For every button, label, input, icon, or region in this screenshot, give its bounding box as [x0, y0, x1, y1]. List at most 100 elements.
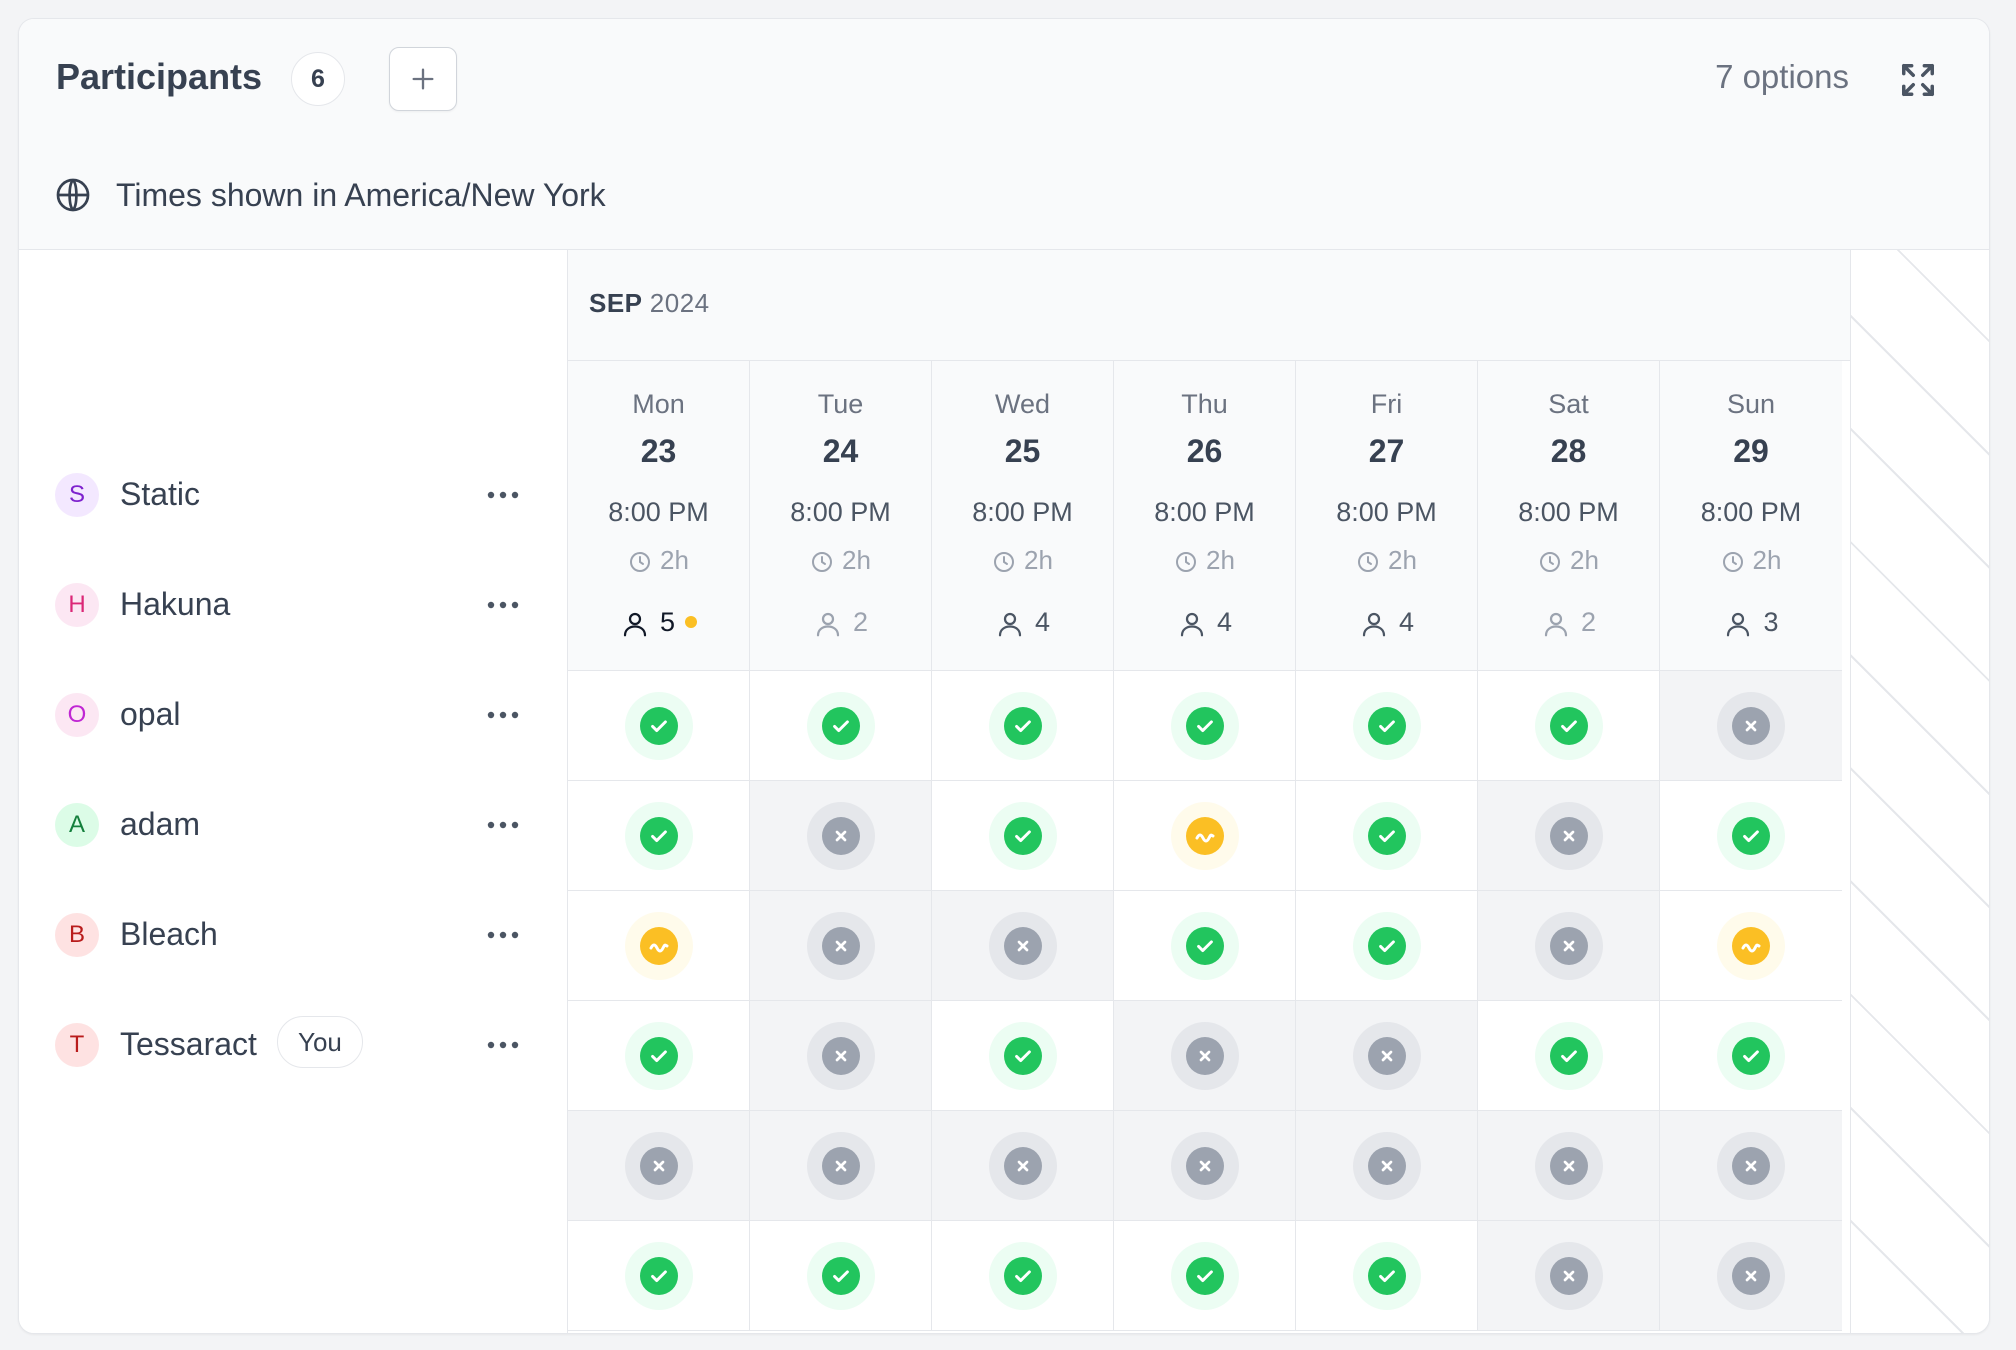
- vote-cell[interactable]: [1478, 1001, 1660, 1111]
- vote-cell[interactable]: [750, 781, 932, 891]
- participant-menu-button[interactable]: [481, 590, 525, 620]
- vote-cell[interactable]: [1114, 1221, 1296, 1331]
- day-column-header[interactable]: Fri 27 8:00 PM 2h 4: [1296, 361, 1478, 671]
- vote-cell[interactable]: [1114, 1111, 1296, 1221]
- vote-cell[interactable]: [750, 891, 932, 1001]
- vote-cell[interactable]: [1660, 671, 1842, 781]
- vote-cell[interactable]: [1114, 671, 1296, 781]
- vote-cell[interactable]: [932, 1221, 1114, 1331]
- vote-cell[interactable]: [1478, 891, 1660, 1001]
- vote-cell[interactable]: [932, 891, 1114, 1001]
- participant-menu-button[interactable]: [481, 810, 525, 840]
- day-column-header[interactable]: Sun 29 8:00 PM 2h 3: [1660, 361, 1842, 671]
- day-of-week: Sat: [1548, 389, 1589, 419]
- vote-cell[interactable]: [1296, 671, 1478, 781]
- vote-cell[interactable]: [750, 1001, 932, 1111]
- vote-cell[interactable]: [1114, 1001, 1296, 1111]
- duration: 2h: [750, 545, 931, 576]
- vote-cell[interactable]: [750, 1111, 932, 1221]
- timezone-label[interactable]: Times shown in America/New York: [116, 177, 606, 214]
- day-column-header[interactable]: Thu 26 8:00 PM 2h 4: [1114, 361, 1296, 671]
- vote-cell[interactable]: [1660, 781, 1842, 891]
- ellipsis-icon: [487, 931, 519, 939]
- day-column-header[interactable]: Wed 25 8:00 PM 2h 4: [932, 361, 1114, 671]
- vote-cell[interactable]: [1660, 1221, 1842, 1331]
- day-number: 26: [1186, 433, 1223, 469]
- vote-cell[interactable]: [1478, 1221, 1660, 1331]
- x-icon: [1549, 1256, 1588, 1295]
- check-icon: [639, 1036, 678, 1075]
- vote-cell[interactable]: [1478, 1111, 1660, 1221]
- x-icon: [821, 1146, 860, 1185]
- maybe-icon: [639, 926, 678, 965]
- vote-cell[interactable]: [932, 1001, 1114, 1111]
- vote-cell[interactable]: [568, 781, 750, 891]
- vote-cell[interactable]: [932, 671, 1114, 781]
- vote-cell[interactable]: [568, 671, 750, 781]
- vote-cell[interactable]: [1296, 781, 1478, 891]
- vote-indicator: [806, 691, 875, 760]
- vote-indicator: [806, 801, 875, 870]
- participant-menu-button[interactable]: [481, 920, 525, 950]
- user-icon: [813, 607, 853, 637]
- vote-cell[interactable]: [1478, 671, 1660, 781]
- vote-indicator: [1170, 1021, 1239, 1090]
- expand-button[interactable]: [1899, 61, 1937, 99]
- vote-indicator: [1717, 691, 1785, 760]
- clock-icon: [1174, 545, 1206, 575]
- vote-count-text: 2: [1580, 607, 1597, 637]
- participant-menu-button[interactable]: [481, 480, 525, 510]
- add-participant-button[interactable]: [389, 47, 457, 111]
- vote-cell[interactable]: [750, 1221, 932, 1331]
- vote-cell[interactable]: [1296, 1221, 1478, 1331]
- participant-row: H Hakuna: [19, 550, 567, 660]
- participant-menu-button[interactable]: [481, 1030, 525, 1060]
- day-column-header[interactable]: Tue 24 8:00 PM 2h 2: [750, 361, 932, 671]
- vote-indicator: [624, 691, 693, 760]
- participant-row: S Static: [19, 440, 567, 550]
- vote-indicator: [624, 911, 693, 980]
- vote-indicator: [1717, 1131, 1785, 1200]
- vote-cell[interactable]: [1296, 1001, 1478, 1111]
- check-icon: [1003, 1256, 1042, 1295]
- vote-indicator: [1717, 801, 1785, 870]
- vote-cell[interactable]: [568, 1221, 750, 1331]
- vote-cell[interactable]: [750, 671, 932, 781]
- day-of-week: Mon: [632, 389, 685, 419]
- check-icon: [1367, 816, 1406, 855]
- check-icon: [1003, 816, 1042, 855]
- month-label: SEP 2024: [589, 288, 710, 319]
- duration: 2h: [568, 545, 749, 576]
- vote-cell[interactable]: [932, 1111, 1114, 1221]
- vote-cell[interactable]: [568, 891, 750, 1001]
- vote-indicator: [1534, 801, 1603, 870]
- vote-cell[interactable]: [1114, 781, 1296, 891]
- vote-cell[interactable]: [1660, 891, 1842, 1001]
- user-icon: [1723, 607, 1763, 637]
- clock-icon: [810, 545, 842, 575]
- avatar: T: [55, 1023, 99, 1067]
- vote-indicator: [624, 801, 693, 870]
- duration: 2h: [1660, 545, 1842, 576]
- vote-cell[interactable]: [1296, 1111, 1478, 1221]
- vote-cell[interactable]: [1660, 1001, 1842, 1111]
- participant-menu-button[interactable]: [481, 700, 525, 730]
- x-icon: [1185, 1146, 1224, 1185]
- plus-icon: [412, 68, 434, 90]
- vote-indicator: [806, 1021, 875, 1090]
- vote-cell[interactable]: [1660, 1111, 1842, 1221]
- vote-cell[interactable]: [1296, 891, 1478, 1001]
- vote-cell[interactable]: [568, 1001, 750, 1111]
- day-of-week: Fri: [1370, 389, 1403, 419]
- vote-cell[interactable]: [1114, 891, 1296, 1001]
- vote-cell[interactable]: [932, 781, 1114, 891]
- day-column-header[interactable]: Sat 28 8:00 PM 2h 2: [1478, 361, 1660, 671]
- day-of-week: Sun: [1726, 389, 1776, 419]
- vote-cell[interactable]: [1478, 781, 1660, 891]
- day-column-header[interactable]: Mon 23 8:00 PM 2h 5: [568, 361, 750, 671]
- day-number: 25: [1004, 433, 1041, 469]
- duration-text: 2h: [660, 545, 689, 575]
- vote-cell[interactable]: [568, 1111, 750, 1221]
- vote-indicator: [988, 1241, 1057, 1310]
- x-icon: [1549, 816, 1588, 855]
